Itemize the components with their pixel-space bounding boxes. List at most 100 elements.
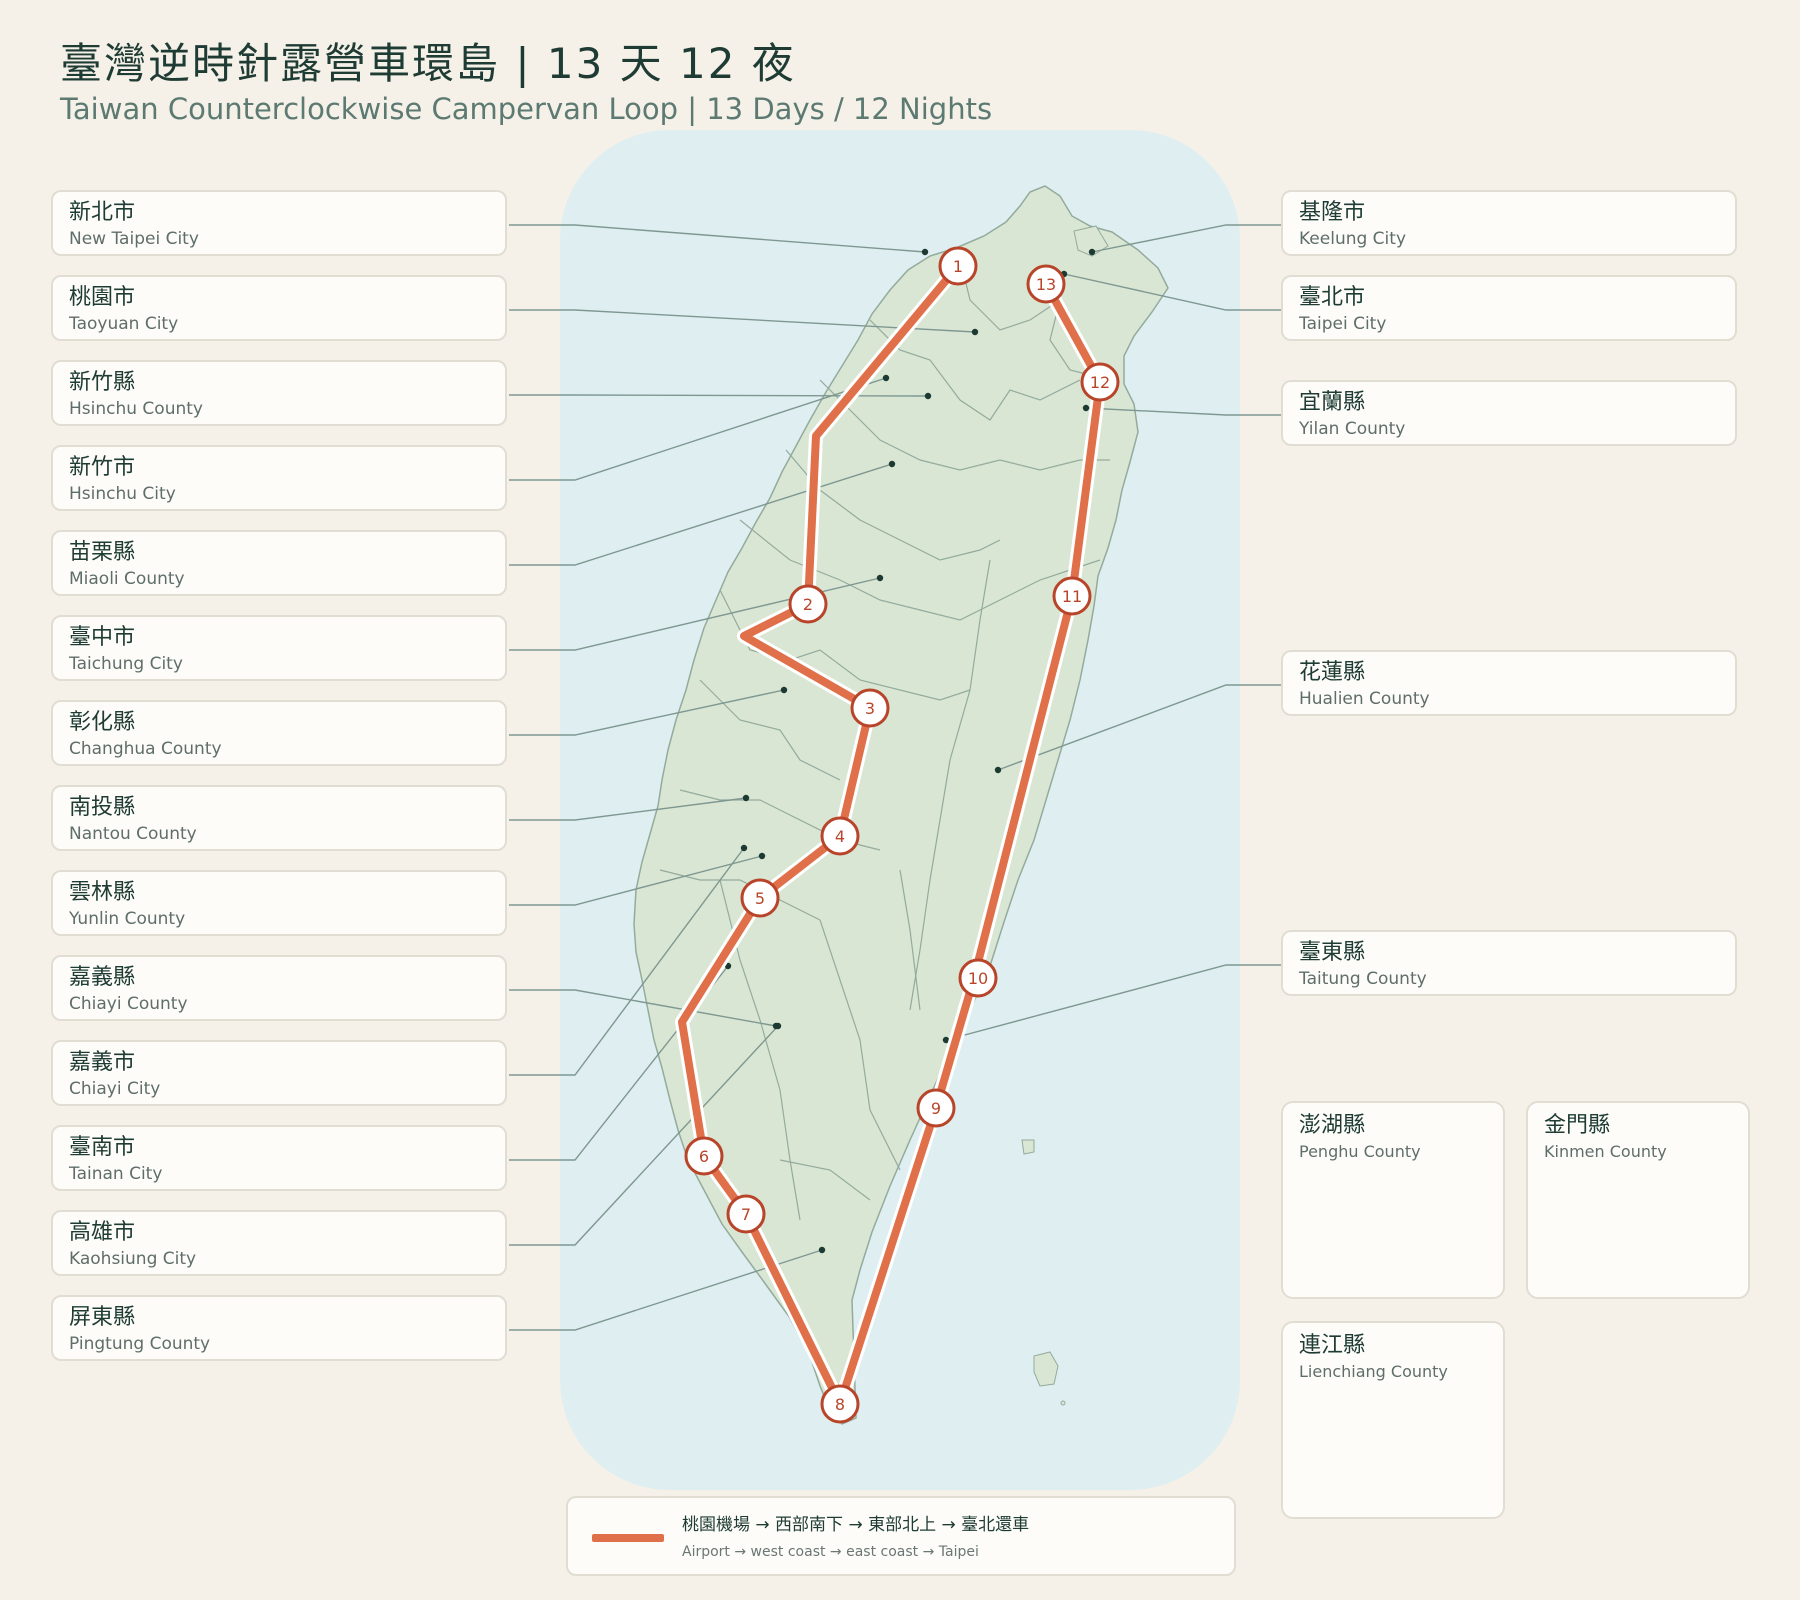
county-card-hsinchu-county[interactable]: 新竹縣 Hsinchu County (51, 360, 507, 426)
route-stop-7: 7 (726, 1194, 766, 1234)
route-stop-11: 11 (1052, 576, 1092, 616)
county-name-en: Hsinchu City (69, 484, 176, 504)
county-card-taoyuan[interactable]: 桃園市 Taoyuan City (51, 275, 507, 341)
county-name-zh: 臺南市 (69, 1135, 136, 1160)
county-name-zh: 基隆市 (1299, 200, 1366, 225)
county-card-chiayi-county[interactable]: 嘉義縣 Chiayi County (51, 955, 507, 1021)
county-name-zh: 花蓮縣 (1299, 660, 1366, 685)
stop-label: 9 (931, 1099, 941, 1118)
county-card-taipei[interactable]: 臺北市 Taipei City (1281, 275, 1737, 341)
county-name-zh: 新竹市 (69, 455, 136, 480)
inset-name-zh: 澎湖縣 (1299, 1113, 1366, 1138)
legend-text-zh: 桃園機場 → 西部南下 → 東部北上 → 臺北還車 (682, 1515, 1030, 1535)
county-name-en: Taoyuan City (69, 314, 179, 334)
route-stop-6: 6 (684, 1136, 724, 1176)
inset-name-zh: 金門縣 (1544, 1113, 1611, 1138)
map-poster: 臺灣逆時針露營車環島 | 13 天 12 夜 Taiwan Counterclo… (0, 0, 1800, 1600)
county-name-en: Nantou County (69, 824, 197, 844)
county-name-zh: 臺北市 (1299, 285, 1366, 310)
county-card-kaohsiung[interactable]: 高雄市 Kaohsiung City (51, 1210, 507, 1276)
county-name-en: Hsinchu County (69, 399, 203, 419)
county-name-en: Kaohsiung City (69, 1249, 197, 1269)
county-name-zh: 雲林縣 (69, 880, 136, 905)
county-name-en: Keelung City (1299, 229, 1407, 249)
stop-label: 10 (968, 969, 988, 988)
county-card-miaoli[interactable]: 苗栗縣 Miaoli County (51, 530, 507, 596)
stop-label: 5 (755, 889, 765, 908)
county-card-hsinchu-city[interactable]: 新竹市 Hsinchu City (51, 445, 507, 511)
stop-label: 3 (865, 699, 875, 718)
county-name-zh: 新北市 (69, 200, 136, 225)
county-name-en: Yilan County (1299, 419, 1406, 439)
stop-label: 13 (1036, 275, 1056, 294)
county-card-chiayi-city[interactable]: 嘉義市 Chiayi City (51, 1040, 507, 1106)
county-name-en: Chiayi County (69, 994, 188, 1014)
county-dot (921, 248, 929, 256)
route-stop-10: 10 (958, 958, 998, 998)
county-dot (1082, 404, 1090, 412)
inset-name-zh: 連江縣 (1299, 1333, 1366, 1358)
county-name-en: Taitung County (1299, 969, 1427, 989)
route-stop-4: 4 (820, 816, 860, 856)
legend-text-en: Airport → west coast → east coast → Taip… (682, 1544, 979, 1560)
county-name-en: Chiayi City (69, 1079, 161, 1099)
stop-label: 12 (1090, 373, 1110, 392)
stop-label: 2 (803, 595, 813, 614)
county-card-taitung[interactable]: 臺東縣 Taitung County (1281, 930, 1737, 996)
county-dot (882, 374, 890, 382)
county-name-en: Taichung City (69, 654, 183, 674)
county-name-en: Taipei City (1299, 314, 1387, 334)
county-card-keelung[interactable]: 基隆市 Keelung City (1281, 190, 1737, 256)
county-card-hualien[interactable]: 花蓮縣 Hualien County (1281, 650, 1737, 716)
route-stop-8: 8 (820, 1384, 860, 1424)
county-card-changhua[interactable]: 彰化縣 Changhua County (51, 700, 507, 766)
route-legend: 桃園機場 → 西部南下 → 東部北上 → 臺北還車 Airport → west… (566, 1496, 1236, 1576)
county-name-zh: 高雄市 (69, 1220, 136, 1245)
county-name-en: Tainan City (69, 1164, 163, 1184)
inset-penghu[interactable]: 澎湖縣 Penghu County (1281, 1101, 1505, 1299)
county-name-zh: 新竹縣 (69, 370, 136, 395)
county-dot (994, 766, 1002, 774)
route-stop-9: 9 (916, 1088, 956, 1128)
county-card-nantou[interactable]: 南投縣 Nantou County (51, 785, 507, 851)
stop-label: 6 (699, 1147, 709, 1166)
county-card-pingtung[interactable]: 屏東縣 Pingtung County (51, 1295, 507, 1361)
county-dot (774, 1022, 782, 1030)
county-card-yilan[interactable]: 宜蘭縣 Yilan County (1281, 380, 1737, 446)
county-dot (780, 686, 788, 694)
county-name-zh: 嘉義市 (69, 1050, 136, 1075)
inset-lienchiang[interactable]: 連江縣 Lienchiang County (1281, 1321, 1505, 1519)
county-card-yunlin[interactable]: 雲林縣 Yunlin County (51, 870, 507, 936)
county-card-taichung[interactable]: 臺中市 Taichung City (51, 615, 507, 681)
route-stop-3: 3 (850, 688, 890, 728)
route-stop-2: 2 (788, 584, 828, 624)
county-dot (888, 460, 896, 468)
stop-label: 4 (835, 827, 845, 846)
county-name-en: Pingtung County (69, 1334, 211, 1354)
route-swatch (592, 1534, 664, 1542)
inset-name-en: Lienchiang County (1299, 1362, 1448, 1381)
route-stop-12: 12 (1080, 362, 1120, 402)
inset-name-en: Kinmen County (1544, 1142, 1667, 1161)
county-name-zh: 桃園市 (69, 285, 136, 310)
route-stop-5: 5 (740, 878, 780, 918)
county-name-zh: 南投縣 (69, 795, 136, 820)
county-dot (971, 328, 979, 336)
county-name-zh: 宜蘭縣 (1299, 390, 1366, 415)
county-card-tainan[interactable]: 臺南市 Tainan City (51, 1125, 507, 1191)
county-dot (740, 844, 748, 852)
inset-kinmen[interactable]: 金門縣 Kinmen County (1526, 1101, 1750, 1299)
stop-label: 1 (953, 257, 963, 276)
inset-name-en: Penghu County (1299, 1142, 1421, 1161)
county-card-new-taipei[interactable]: 新北市 New Taipei City (51, 190, 507, 256)
county-name-zh: 嘉義縣 (69, 965, 136, 990)
county-name-zh: 苗栗縣 (69, 540, 136, 565)
county-name-en: Yunlin County (69, 909, 186, 929)
county-name-en: New Taipei City (69, 229, 199, 249)
green-island (1021, 1139, 1035, 1155)
stop-label: 11 (1062, 587, 1082, 606)
county-dot (924, 392, 932, 400)
county-name-en: Changhua County (69, 739, 222, 759)
county-name-zh: 屏東縣 (69, 1305, 136, 1330)
county-dot (758, 852, 766, 860)
